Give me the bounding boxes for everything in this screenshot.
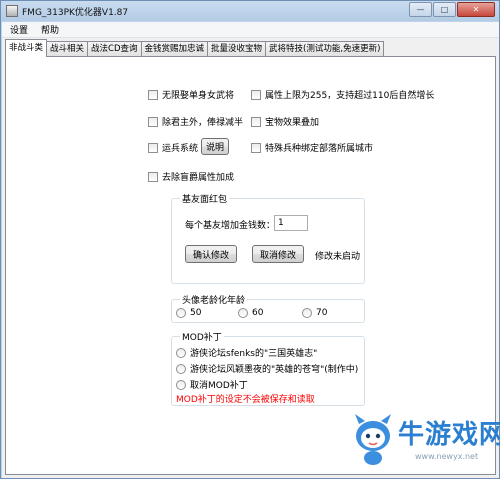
window-controls: — □ ✕	[409, 2, 495, 17]
menu-settings[interactable]: 设置	[2, 23, 33, 36]
checkbox-transport-system[interactable]: 运兵系统	[148, 141, 198, 154]
watermark-url: www.newyx.net	[415, 452, 479, 461]
radio-circle[interactable]	[176, 379, 186, 390]
checkbox-box[interactable]	[148, 142, 158, 153]
close-icon[interactable]: ✕	[457, 2, 495, 17]
mascot-logo-icon	[355, 414, 391, 465]
money-input[interactable]: 1	[274, 215, 308, 231]
tab-non-battle[interactable]: 非战斗类	[5, 39, 48, 57]
mod-patch-title: MOD补丁	[180, 330, 224, 343]
checkbox-label: 除君主外，俸禄减半	[162, 118, 244, 128]
radio-circle[interactable]	[176, 308, 186, 318]
radio-label: 游侠论坛sfenks的"三国英雄志"	[190, 349, 318, 359]
radio-circle[interactable]	[238, 308, 248, 318]
cancel-button[interactable]: 取消修改	[252, 245, 304, 263]
radio-circle[interactable]	[176, 347, 186, 358]
radio-label: 游侠论坛风颖墨夜的"英雄的苍穹"(制作中)	[190, 365, 359, 375]
checkbox-box[interactable]	[148, 171, 158, 182]
mod-patch-group: MOD补丁 游侠论坛sfenks的"三国英雄志" 游侠论坛风颖墨夜的"英雄的苍穹…	[171, 330, 365, 406]
red-envelope-title: 基友面红包	[180, 192, 230, 205]
checkbox-box[interactable]	[148, 89, 158, 100]
avatar-aging-title: 头像老龄化年龄	[180, 293, 248, 306]
tab-general-skills[interactable]: 武将特技(测试功能,免速更新)	[266, 41, 385, 56]
tab-confiscate-treasure[interactable]: 批量没收宝物	[208, 41, 267, 56]
checkbox-label: 无限娶单身女武将	[162, 91, 235, 101]
radio-label: 取消MOD补丁	[190, 381, 248, 391]
watermark: 牛游戏网 www.newyx.net	[351, 406, 500, 474]
radio-label: 60	[252, 308, 264, 318]
checkbox-remove-blind[interactable]: 去除盲爵属性加成	[148, 170, 234, 183]
title-bar[interactable]: FMG_313PK优化器V1.87 — □ ✕	[1, 1, 499, 21]
menu-help[interactable]: 帮助	[33, 23, 64, 36]
radio-age-60[interactable]: 60	[238, 308, 263, 318]
app-window: FMG_313PK优化器V1.87 — □ ✕ 设置 帮助 非战斗类 战斗相关 …	[0, 0, 500, 479]
red-envelope-group: 基友面红包 每个基友增加金钱数： 1 确认修改 取消修改 修改未启动	[171, 192, 365, 284]
minimize-icon[interactable]: —	[409, 2, 432, 17]
radio-label: 70	[316, 308, 328, 318]
checkbox-box[interactable]	[251, 89, 261, 100]
tab-bar: 非战斗类 战斗相关 战法CD查询 金钱赏赐加忠诚 批量没收宝物 武将特技(测试功…	[5, 39, 385, 57]
menu-bar: 设置 帮助	[2, 22, 499, 38]
radio-circle[interactable]	[176, 363, 186, 374]
explain-button[interactable]: 说明	[201, 138, 229, 155]
checkbox-box[interactable]	[148, 116, 158, 127]
checkbox-label: 去除盲爵属性加成	[162, 173, 235, 183]
maximize-icon[interactable]: □	[433, 2, 456, 17]
checkbox-label: 属性上限为255，支持超过110后自然增长	[265, 91, 435, 101]
checkbox-label: 运兵系统	[162, 144, 199, 154]
app-icon	[6, 5, 18, 17]
checkbox-label: 特殊兵种绑定部落所属城市	[265, 144, 374, 154]
watermark-brand: 牛游戏网	[398, 420, 500, 450]
tab-money-loyalty[interactable]: 金钱赏赐加忠诚	[141, 41, 209, 56]
checkbox-attr-limit[interactable]: 属性上限为255，支持超过110后自然增长	[251, 88, 434, 101]
radio-circle[interactable]	[302, 308, 312, 318]
checkbox-special-troops[interactable]: 特殊兵种绑定部落所属城市	[251, 141, 373, 154]
confirm-button[interactable]: 确认修改	[185, 245, 237, 263]
window-title: FMG_313PK优化器V1.87	[22, 8, 129, 18]
radio-label: 50	[190, 308, 202, 318]
radio-age-50[interactable]: 50	[176, 308, 201, 318]
money-label: 每个基友增加金钱数：	[185, 221, 276, 231]
checkbox-box[interactable]	[251, 142, 261, 153]
tab-tactic-cd[interactable]: 战法CD查询	[88, 41, 142, 56]
status-text: 修改未启动	[315, 252, 361, 262]
radio-mod-cancel[interactable]: 取消MOD补丁	[176, 378, 248, 391]
radio-mod-yingxiong[interactable]: 游侠论坛风颖墨夜的"英雄的苍穹"(制作中)	[176, 362, 358, 375]
radio-mod-sanguo[interactable]: 游侠论坛sfenks的"三国英雄志"	[176, 346, 317, 359]
avatar-aging-group: 头像老龄化年龄 50 60 70	[171, 293, 365, 323]
checkbox-treasure-stack[interactable]: 宝物效果叠加	[251, 115, 319, 128]
checkbox-exclude-lord-salary[interactable]: 除君主外，俸禄减半	[148, 115, 243, 128]
radio-age-70[interactable]: 70	[302, 308, 327, 318]
tab-battle[interactable]: 战斗相关	[47, 41, 89, 56]
checkbox-box[interactable]	[251, 116, 261, 127]
checkbox-label: 宝物效果叠加	[265, 118, 320, 128]
checkbox-no-female-single[interactable]: 无限娶单身女武将	[148, 88, 234, 101]
mod-warning-text: MOD补丁的设定不会被保存和读取	[176, 395, 315, 405]
